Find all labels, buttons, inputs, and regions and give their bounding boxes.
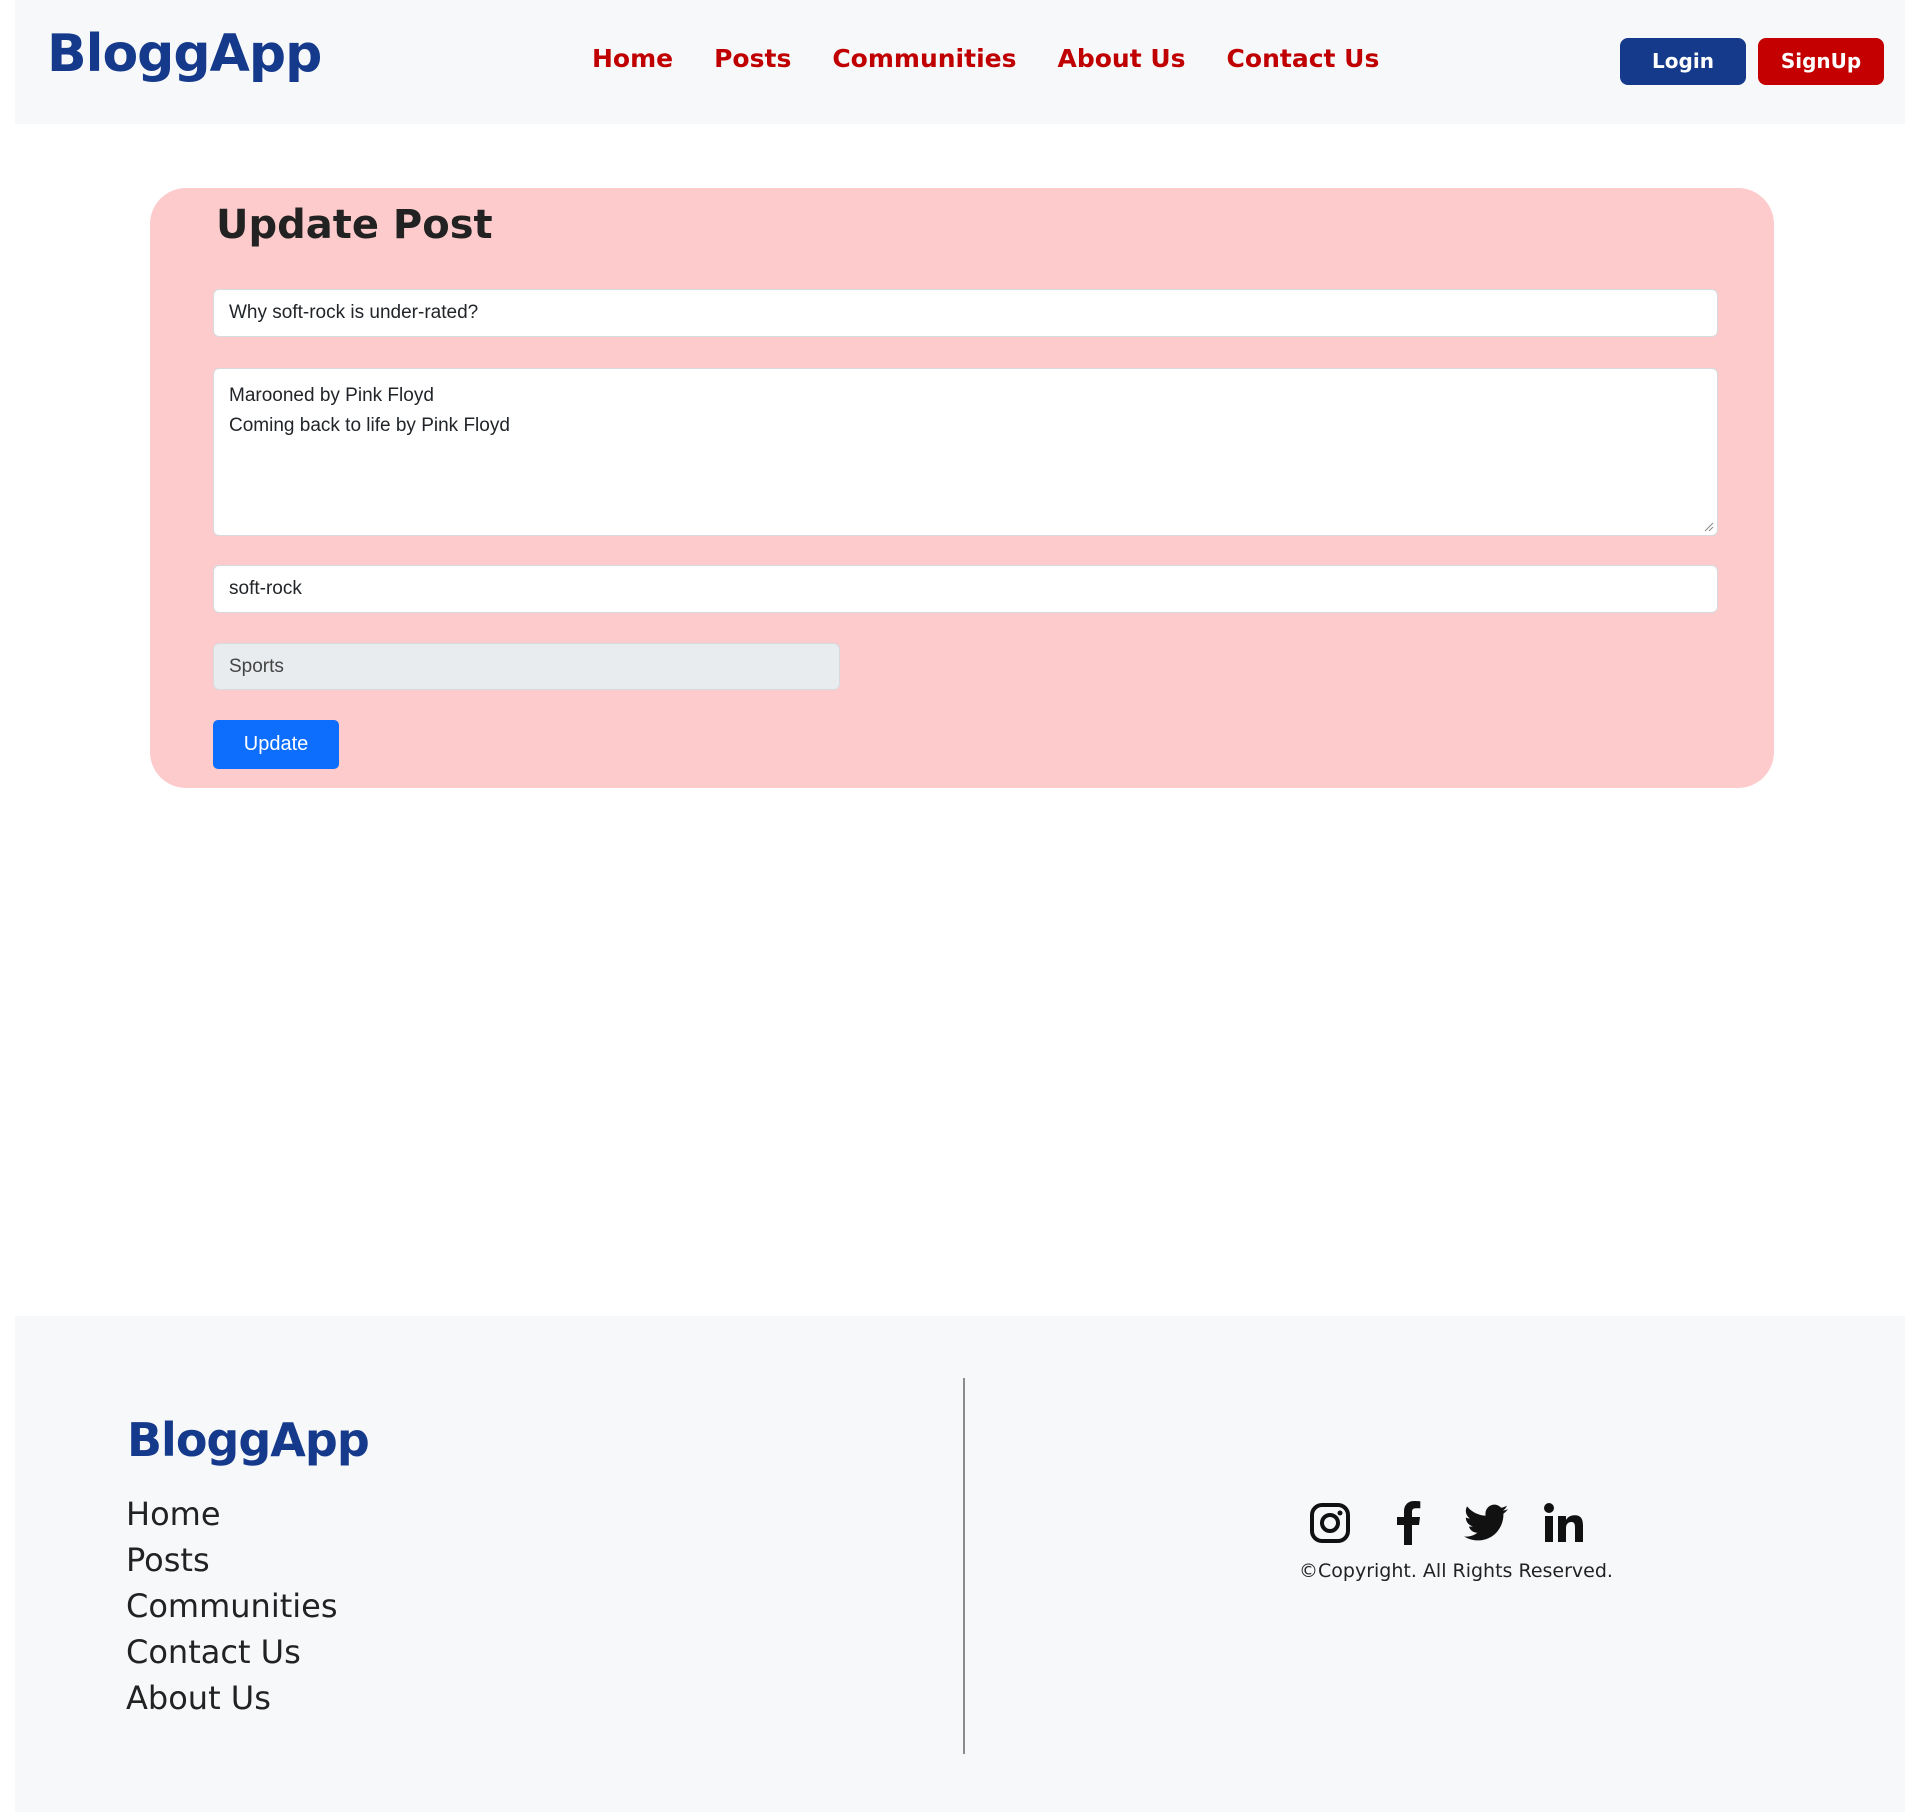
facebook-icon[interactable]	[1385, 1500, 1431, 1546]
post-title-value: Why soft-rock is under-rated?	[229, 302, 479, 323]
footer-link-communities[interactable]: Communities	[126, 1589, 338, 1623]
footer-link-contact-us[interactable]: Contact Us	[126, 1635, 338, 1669]
post-body-textarea[interactable]: Marooned by Pink Floyd Coming back to li…	[213, 368, 1718, 536]
login-button[interactable]: Login	[1620, 38, 1746, 85]
footer-divider	[963, 1378, 965, 1754]
copyright-text: ©Copyright. All Rights Reserved.	[1299, 1560, 1613, 1582]
page-title: Update Post	[216, 202, 493, 248]
update-button[interactable]: Update	[213, 720, 339, 769]
update-post-card: Update Post Why soft-rock is under-rated…	[150, 188, 1774, 788]
community-value: Sports	[229, 655, 284, 677]
post-body-line: Marooned by Pink Floyd	[229, 385, 434, 406]
nav-communities[interactable]: Communities	[832, 44, 1016, 73]
brand-logo[interactable]: BloggApp	[47, 24, 322, 84]
footer-links: Home Posts Communities Contact Us About …	[126, 1497, 338, 1715]
nav-contact-us[interactable]: Contact Us	[1227, 44, 1380, 73]
post-title-input[interactable]: Why soft-rock is under-rated?	[213, 289, 1718, 337]
resize-handle-icon[interactable]	[1704, 522, 1714, 532]
footer-link-about-us[interactable]: About Us	[126, 1681, 338, 1715]
post-body-line: Coming back to life by Pink Floyd	[229, 415, 510, 436]
post-tag-input[interactable]: soft-rock	[213, 565, 1718, 613]
nav-links: Home Posts Communities About Us Contact …	[592, 44, 1379, 73]
nav-posts[interactable]: Posts	[714, 44, 791, 73]
nav-about-us[interactable]: About Us	[1057, 44, 1185, 73]
signup-button[interactable]: SignUp	[1758, 38, 1884, 85]
linkedin-icon[interactable]	[1541, 1500, 1587, 1546]
footer-link-posts[interactable]: Posts	[126, 1543, 338, 1577]
instagram-icon[interactable]	[1307, 1500, 1353, 1546]
twitter-icon[interactable]	[1463, 1500, 1509, 1546]
social-links	[1307, 1500, 1587, 1546]
nav-home[interactable]: Home	[592, 44, 673, 73]
footer-link-home[interactable]: Home	[126, 1497, 338, 1531]
page: BloggApp Home Posts Communities About Us…	[0, 0, 1920, 1812]
post-tag-value: soft-rock	[229, 578, 302, 599]
footer-brand[interactable]: BloggApp	[127, 1413, 370, 1467]
footer: BloggApp Home Posts Communities Contact …	[15, 1316, 1905, 1812]
community-field: Sports	[213, 643, 840, 690]
navbar: BloggApp Home Posts Communities About Us…	[15, 0, 1905, 124]
